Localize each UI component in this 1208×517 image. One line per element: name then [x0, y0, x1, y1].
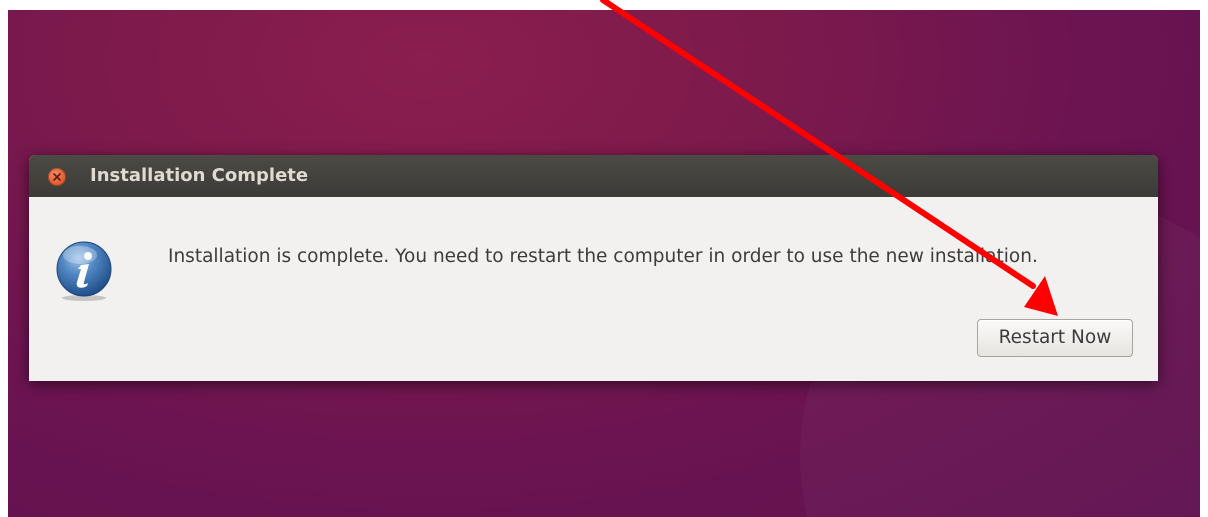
info-icon — [51, 238, 117, 304]
installation-complete-dialog: Installation Complete Installation is co… — [29, 155, 1158, 381]
dialog-message: Installation is complete. You need to re… — [168, 246, 1038, 267]
dialog-title: Installation Complete — [90, 165, 309, 186]
close-icon[interactable] — [48, 168, 66, 186]
restart-now-button[interactable]: Restart Now — [977, 319, 1133, 357]
dialog-titlebar[interactable]: Installation Complete — [29, 155, 1158, 197]
